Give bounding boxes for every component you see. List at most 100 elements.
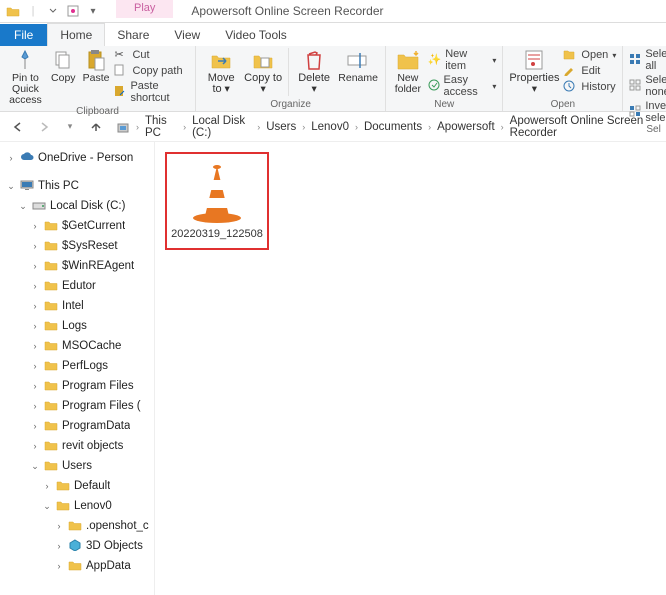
- cut-button[interactable]: ✂ Cut: [114, 48, 189, 62]
- qat-dropdown-icon[interactable]: [44, 2, 62, 20]
- ribbon-group-clipboard: Pin to Quick access Copy Paste ✂ Cut Copy…: [0, 46, 196, 111]
- tree-folder-6[interactable]: ›MSOCache: [0, 336, 154, 356]
- ribbon-tabs: File Home Share View Video Tools: [0, 23, 666, 46]
- moveto-icon: [209, 48, 233, 72]
- tree-folder-9[interactable]: ›Program Files (: [0, 396, 154, 416]
- crumb-6[interactable]: Apowersoft Online Screen Recorder: [506, 113, 658, 141]
- tab-view[interactable]: View: [162, 24, 213, 46]
- tree-folder-2[interactable]: ›$WinREAgent: [0, 256, 154, 276]
- select-none-button[interactable]: Select none: [629, 74, 666, 98]
- tab-video-tools[interactable]: Video Tools: [213, 24, 299, 46]
- selectnone-label: Select none: [645, 74, 666, 98]
- crumb-root-icon[interactable]: [112, 118, 134, 136]
- pc-icon: [20, 179, 34, 193]
- file-item-video[interactable]: 20220319_122508: [165, 152, 269, 250]
- new-group-label: New: [392, 99, 496, 111]
- crumb-0[interactable]: This PC: [141, 113, 181, 141]
- pin-label: Pin to Quick access: [6, 73, 45, 106]
- tree-folder-3[interactable]: ›Edutor: [0, 276, 154, 296]
- back-button[interactable]: [8, 117, 28, 137]
- rename-button[interactable]: Rename: [337, 48, 379, 84]
- vlc-cone-icon: [185, 160, 249, 224]
- tree-this-pc[interactable]: ⌄This PC: [0, 176, 154, 196]
- folder-icon: [56, 499, 70, 513]
- tree-folder-5[interactable]: ›Logs: [0, 316, 154, 336]
- rename-label: Rename: [338, 73, 378, 84]
- copypath-label: Copy path: [132, 65, 182, 77]
- tree-folder-1[interactable]: ›$SysReset: [0, 236, 154, 256]
- tab-file[interactable]: File: [0, 24, 47, 46]
- newfolder-icon: [396, 48, 420, 72]
- delete-label: Delete ▾: [295, 73, 333, 95]
- tree-folder-0[interactable]: ›$GetCurrent: [0, 216, 154, 236]
- qat-props-icon[interactable]: [64, 2, 82, 20]
- tree-folder-10[interactable]: ›ProgramData: [0, 416, 154, 436]
- folder-icon: [44, 439, 58, 453]
- paste-shortcut-button[interactable]: Paste shortcut: [114, 80, 189, 104]
- tree-openshot[interactable]: ›.openshot_c: [0, 516, 154, 536]
- qat-overflow-icon[interactable]: ▾: [84, 2, 102, 20]
- open-button[interactable]: Open ▾: [563, 48, 616, 62]
- cut-label: Cut: [132, 49, 149, 61]
- file-label: 20220319_122508: [171, 228, 263, 240]
- tree-lenov0[interactable]: ⌄Lenov0: [0, 496, 154, 516]
- pasteshortcut-label: Paste shortcut: [130, 80, 189, 104]
- folder-icon: [44, 319, 58, 333]
- folder-icon: [68, 559, 82, 573]
- paste-button[interactable]: Paste: [82, 48, 111, 84]
- crumb-2[interactable]: Users: [262, 119, 300, 135]
- edit-button[interactable]: Edit: [563, 64, 616, 78]
- delete-icon: [302, 48, 326, 72]
- forward-button[interactable]: [34, 117, 54, 137]
- edit-label: Edit: [581, 65, 600, 77]
- tree-folder-11[interactable]: ›revit objects: [0, 436, 154, 456]
- tab-home[interactable]: Home: [47, 23, 105, 46]
- file-pane[interactable]: 20220319_122508: [155, 142, 666, 595]
- copyto-label: Copy to ▾: [244, 73, 282, 95]
- titlebar: | ▾ Play Apowersoft Online Screen Record…: [0, 0, 666, 23]
- moveto-label: Move to ▾: [202, 73, 240, 95]
- move-to-button[interactable]: Move to ▾: [202, 48, 240, 95]
- folder-icon[interactable]: [4, 2, 22, 20]
- pasteshortcut-icon: [114, 85, 126, 99]
- tree-appdata[interactable]: ›AppData: [0, 556, 154, 576]
- context-tab-header: Play: [116, 0, 173, 18]
- open-icon: [563, 48, 577, 62]
- properties-button[interactable]: Properties ▾: [509, 48, 559, 95]
- rename-icon: [346, 48, 370, 72]
- delete-button[interactable]: Delete ▾: [295, 48, 333, 95]
- copy-button[interactable]: Copy: [49, 48, 78, 84]
- tree-folder-8[interactable]: ›Program Files: [0, 376, 154, 396]
- window-title: Apowersoft Online Screen Recorder: [191, 4, 383, 18]
- tree-local-disk[interactable]: ⌄Local Disk (C:): [0, 196, 154, 216]
- history-button[interactable]: History: [563, 80, 616, 94]
- folder-icon: [44, 339, 58, 353]
- cut-icon: ✂: [114, 48, 128, 62]
- select-all-button[interactable]: Select all: [629, 48, 666, 72]
- copy-to-button[interactable]: Copy to ▾: [244, 48, 282, 95]
- folder-icon: [44, 219, 58, 233]
- pin-to-quick-access-button[interactable]: Pin to Quick access: [6, 48, 45, 106]
- recent-dropdown[interactable]: ▾: [60, 117, 80, 137]
- crumb-5[interactable]: Apowersoft: [433, 119, 499, 135]
- crumb-1[interactable]: Local Disk (C:): [188, 113, 255, 141]
- crumb-4[interactable]: Documents: [360, 119, 426, 135]
- tree-3d-objects[interactable]: ›3D Objects: [0, 536, 154, 556]
- tree-onedrive[interactable]: ›OneDrive - Person: [0, 148, 154, 168]
- tree-folder-7[interactable]: ›PerfLogs: [0, 356, 154, 376]
- copy-path-button[interactable]: Copy path: [114, 64, 189, 78]
- tab-share[interactable]: Share: [105, 24, 162, 46]
- breadcrumbs[interactable]: › This PC› Local Disk (C:)› Users› Lenov…: [112, 113, 658, 141]
- nav-tree[interactable]: ›OneDrive - Person ⌄This PC ⌄Local Disk …: [0, 142, 155, 595]
- edit-icon: [563, 64, 577, 78]
- new-folder-button[interactable]: New folder: [392, 48, 423, 95]
- up-button[interactable]: [86, 117, 106, 137]
- tree-folder-12[interactable]: ⌄Users: [0, 456, 154, 476]
- crumb-3[interactable]: Lenov0: [307, 119, 353, 135]
- tree-default[interactable]: ›Default: [0, 476, 154, 496]
- new-item-button[interactable]: ✨New item ▾: [428, 48, 497, 72]
- easy-access-button[interactable]: Easy access ▾: [428, 74, 497, 98]
- tree-folder-4[interactable]: ›Intel: [0, 296, 154, 316]
- folder-icon: [44, 279, 58, 293]
- properties-label: Properties ▾: [509, 73, 559, 95]
